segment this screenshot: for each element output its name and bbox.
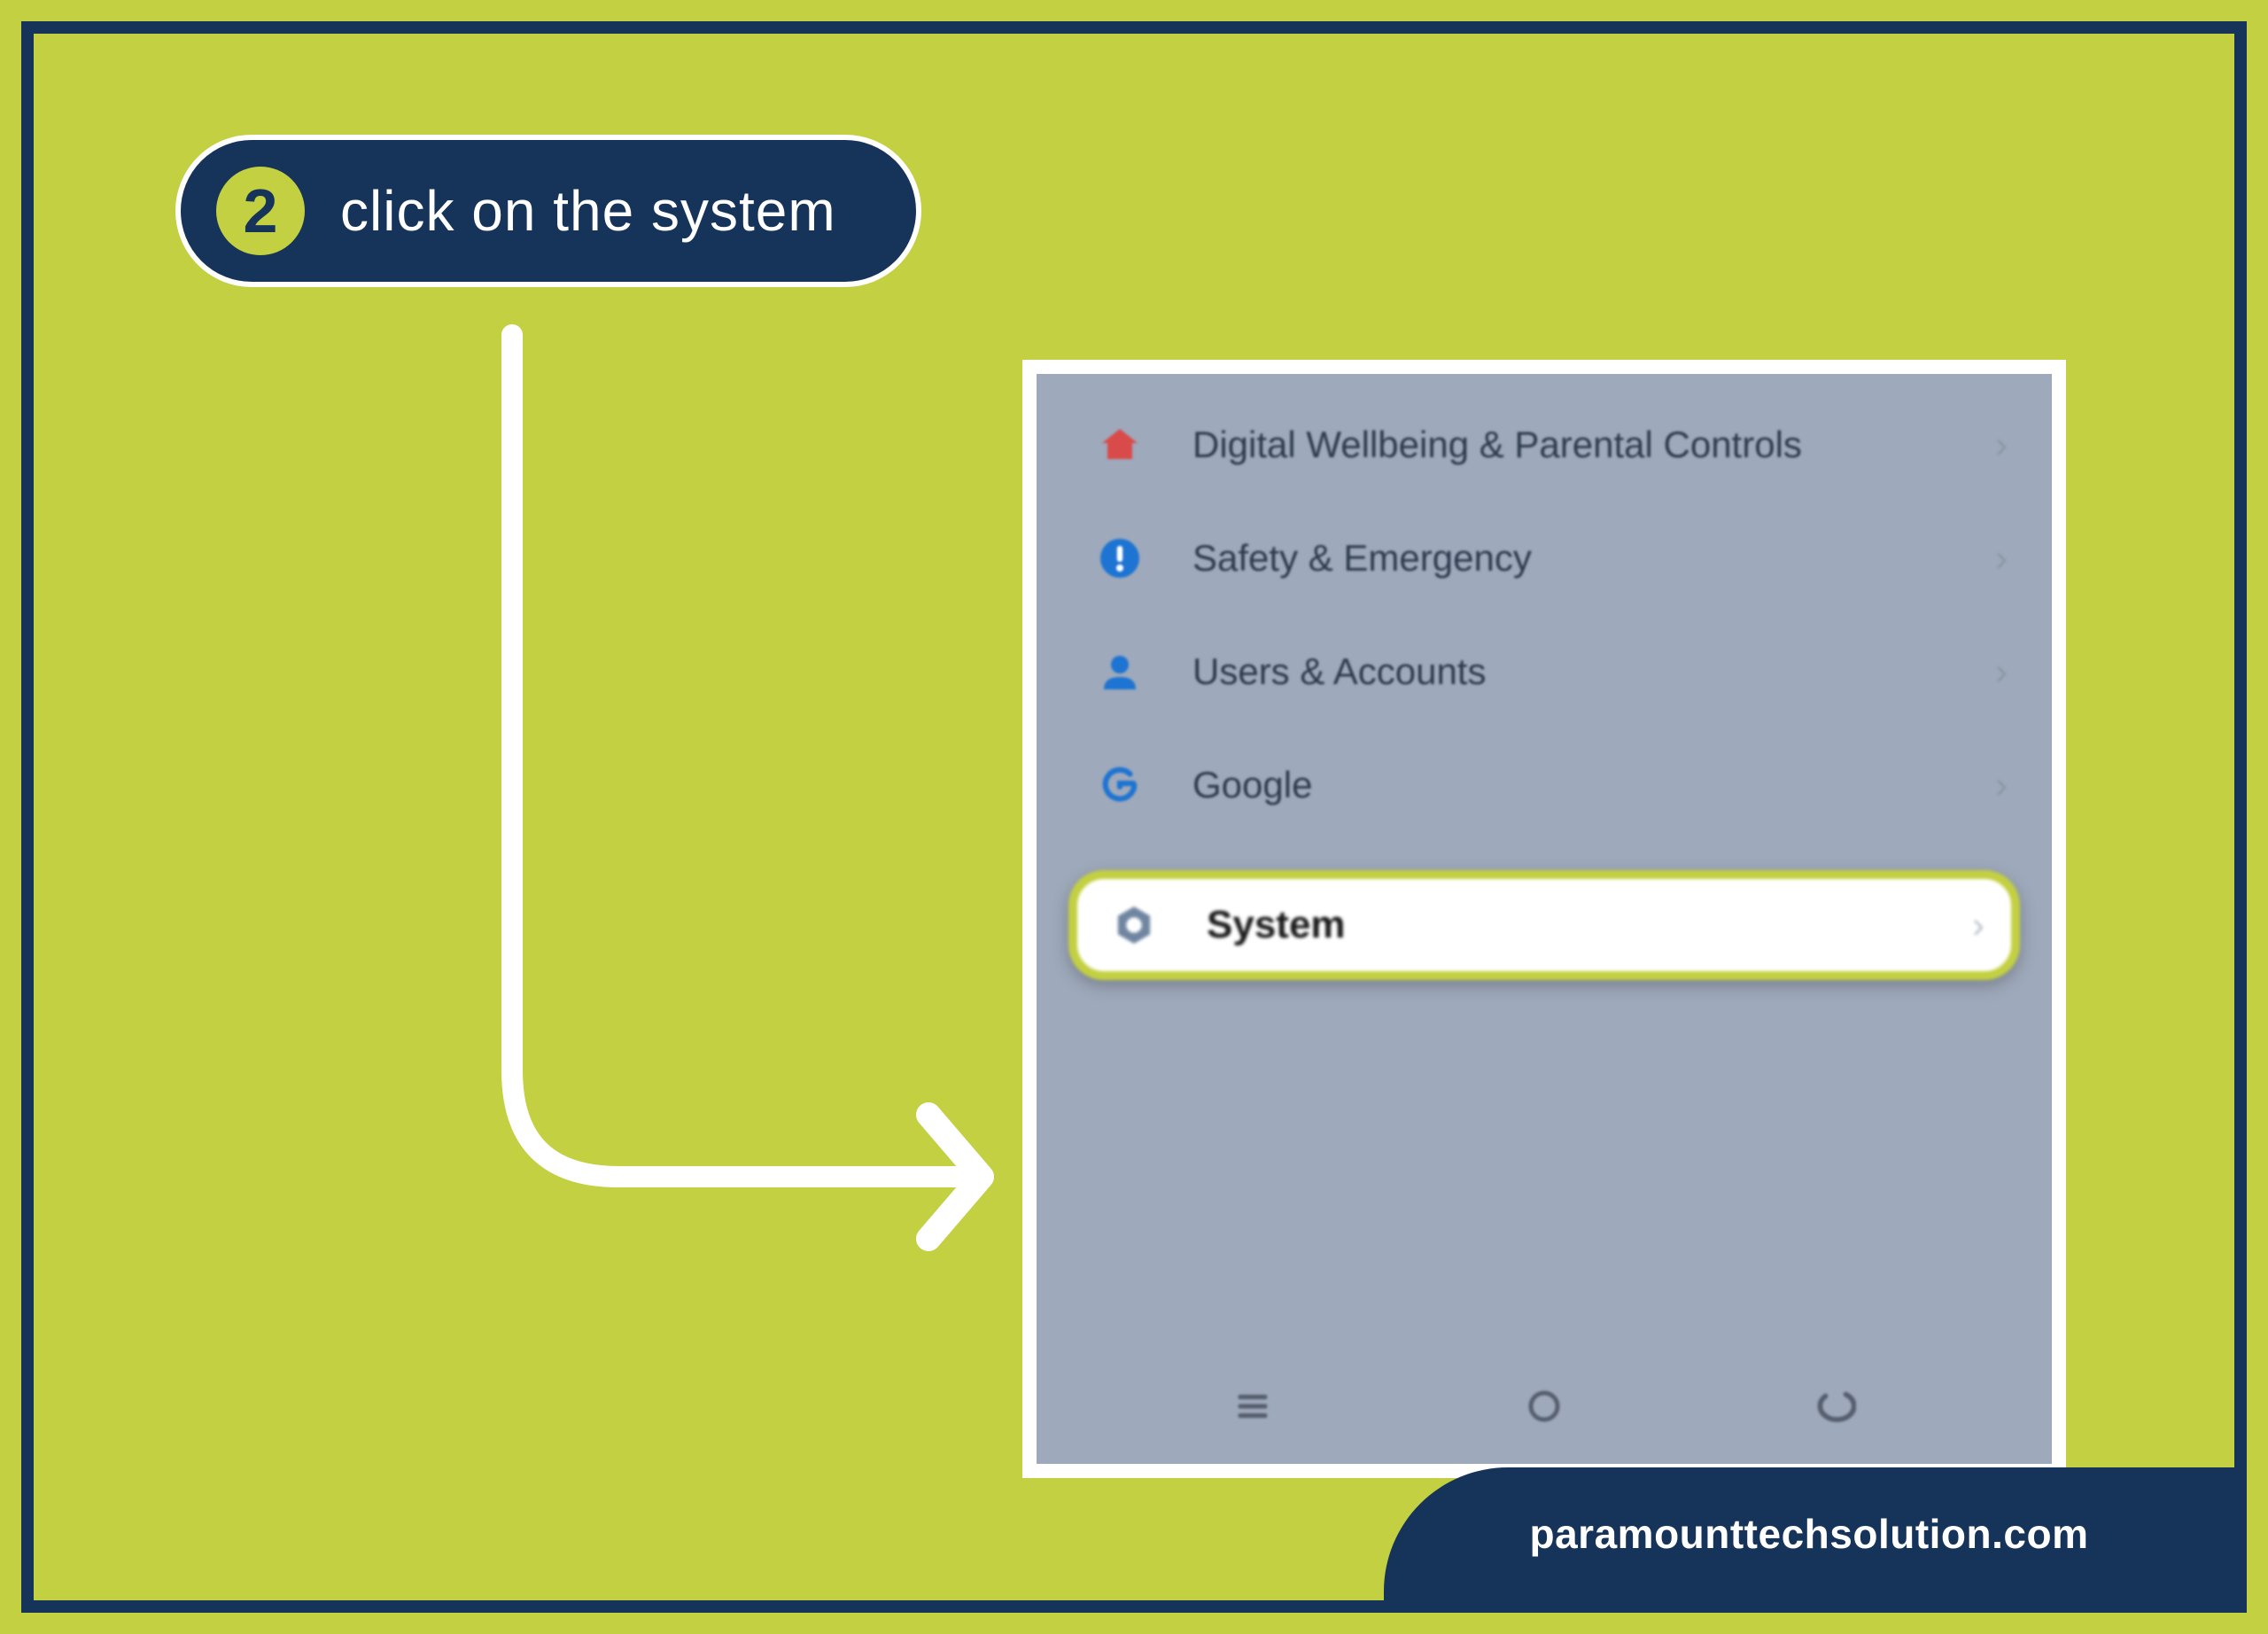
settings-item-label: Google — [1146, 762, 1995, 809]
person-icon — [1093, 645, 1146, 698]
alert-icon — [1093, 532, 1146, 585]
settings-item-label: Users & Accounts — [1146, 649, 1995, 696]
settings-item-system-highlight: System › — [1068, 870, 2020, 980]
nav-recent-icon[interactable] — [1226, 1380, 1279, 1433]
step-instruction: click on the system — [340, 178, 836, 244]
nav-home-icon[interactable] — [1518, 1380, 1571, 1433]
settings-item-label: Digital Wellbeing & Parental Controls — [1146, 422, 1995, 469]
connector-arrow — [485, 317, 1052, 1292]
chevron-right-icon: › — [1972, 904, 1984, 946]
chevron-right-icon: › — [1995, 424, 2008, 466]
step-number: 2 — [244, 180, 278, 242]
gear-icon — [1107, 899, 1161, 952]
phone-settings-screenshot: Digital Wellbeing & Parental Controls › … — [1022, 360, 2066, 1478]
chevron-right-icon: › — [1995, 537, 2008, 580]
settings-list: Digital Wellbeing & Parental Controls › … — [1037, 374, 2052, 1349]
settings-item-label: Safety & Emergency — [1146, 535, 1995, 582]
step-number-circle: 2 — [216, 167, 305, 255]
house-icon — [1093, 418, 1146, 471]
settings-item-system[interactable]: System › — [1077, 879, 2011, 971]
watermark: paramounttechsolution.com — [1384, 1467, 2234, 1600]
chevron-right-icon: › — [1995, 764, 2008, 806]
settings-item-label: System — [1161, 903, 1972, 947]
nav-back-icon[interactable] — [1809, 1380, 1862, 1433]
step-pill: 2 click on the system — [175, 135, 921, 287]
chevron-right-icon: › — [1995, 650, 2008, 693]
settings-item-safety[interactable]: Safety & Emergency › — [1063, 505, 2025, 611]
watermark-text: paramounttechsolution.com — [1530, 1510, 2089, 1558]
google-g-icon — [1093, 759, 1146, 812]
settings-item-google[interactable]: Google › — [1063, 732, 2025, 838]
settings-item-users[interactable]: Users & Accounts › — [1063, 619, 2025, 725]
instruction-card: 2 click on the system Digital Wellbeing … — [21, 21, 2247, 1613]
settings-item-digital-wellbeing[interactable]: Digital Wellbeing & Parental Controls › — [1063, 392, 2025, 498]
android-nav-bar — [1037, 1349, 2052, 1464]
